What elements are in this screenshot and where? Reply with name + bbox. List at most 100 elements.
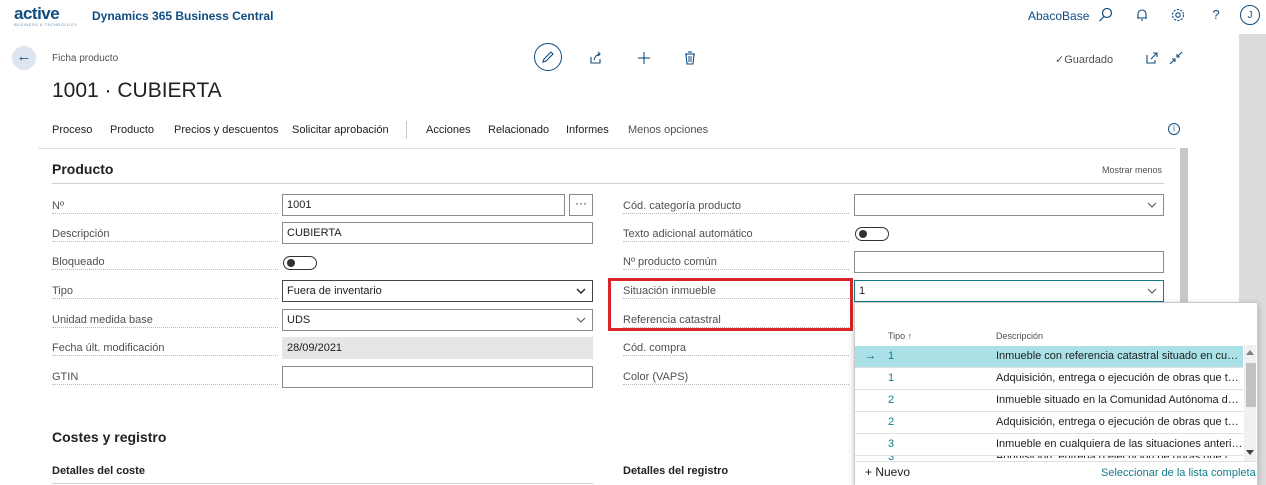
top-bar: active BUSINESS & TECHNOLOGY Dynamics 36… — [0, 0, 1266, 34]
ellipsis-button[interactable]: ··· — [569, 194, 593, 216]
auto-text-toggle[interactable] — [855, 227, 889, 241]
collapse-icon[interactable] — [1168, 50, 1184, 66]
auto-text-label: Texto adicional automático — [623, 228, 756, 240]
dotted-leader — [623, 268, 849, 270]
purchase-code-label: Cód. compra — [623, 342, 689, 354]
blocked-label: Bloqueado — [52, 256, 108, 268]
edit-button[interactable] — [534, 43, 562, 71]
lookup-dropdown: Tipo ↑ Descripción → 1 Inmueble con refe… — [854, 302, 1258, 485]
no-input[interactable]: 1001 — [282, 194, 565, 216]
bell-icon[interactable] — [1134, 7, 1150, 23]
costs-section-title[interactable]: Costes y registro — [52, 429, 166, 445]
company-name[interactable]: AbacoBase — [1028, 9, 1089, 23]
user-avatar[interactable]: J — [1240, 5, 1260, 25]
dotted-leader — [623, 212, 849, 214]
delete-icon[interactable] — [682, 50, 698, 66]
page-title: 1001 · CUBIERTA — [52, 79, 222, 102]
category-label: Cód. categoría producto — [623, 200, 745, 212]
section-divider — [52, 183, 1164, 184]
unit-value: UDS — [287, 314, 311, 326]
action-relacionado[interactable]: Relacionado — [488, 124, 549, 136]
description-input[interactable]: CUBIERTA — [282, 222, 593, 244]
dotted-leader — [52, 383, 278, 385]
chevron-down-icon — [1147, 288, 1157, 294]
arrow-right-icon: → — [865, 350, 876, 362]
gtin-input[interactable] — [282, 366, 593, 388]
dotted-leader — [623, 354, 849, 356]
chevron-down-icon — [576, 288, 586, 294]
new-button[interactable]: + Nuevo — [865, 465, 910, 479]
divider — [38, 148, 1176, 149]
scroll-down-icon[interactable] — [1246, 450, 1254, 456]
column-header-type[interactable]: Tipo ↑ — [888, 331, 912, 341]
situation-select[interactable]: 1 — [854, 280, 1164, 302]
breadcrumb: Ficha producto — [52, 53, 119, 64]
saved-status: ✓Guardado — [1055, 54, 1114, 66]
modified-date-value: 28/09/2021 — [282, 337, 593, 359]
dotted-leader — [52, 240, 278, 242]
description-label: Descripción — [52, 228, 113, 240]
dotted-leader — [623, 383, 849, 385]
dropdown-scrollbar[interactable] — [1244, 345, 1256, 461]
plus-icon: + — [865, 465, 876, 479]
list-item[interactable]: 3 Inmueble en cualquiera de las situacio… — [855, 434, 1243, 456]
check-icon: ✓ — [1055, 54, 1065, 66]
action-proceso[interactable]: Proceso — [52, 124, 92, 136]
app-name[interactable]: Dynamics 365 Business Central — [92, 9, 273, 23]
color-label: Color (VAPS) — [623, 371, 692, 383]
gtin-label: GTIN — [52, 371, 82, 383]
pencil-icon — [542, 51, 554, 63]
action-producto[interactable]: Producto — [110, 124, 154, 136]
highlight-box — [608, 278, 853, 331]
section-title[interactable]: Producto — [52, 161, 113, 177]
posting-details-heading: Detalles del registro — [623, 465, 729, 477]
dotted-leader — [52, 268, 278, 270]
add-icon[interactable] — [636, 50, 652, 66]
no-label: Nº — [52, 200, 67, 212]
chevron-down-icon — [576, 317, 586, 323]
scroll-up-icon[interactable] — [1246, 349, 1254, 355]
info-icon[interactable]: i — [1168, 123, 1180, 135]
open-new-window-icon[interactable] — [1144, 50, 1160, 66]
gear-icon[interactable] — [1170, 7, 1186, 23]
unit-select[interactable]: UDS — [282, 309, 593, 331]
list-item[interactable]: 1 Adquisición, entrega o ejecución de ob… — [855, 368, 1243, 390]
type-label: Tipo — [52, 285, 76, 297]
dotted-leader — [52, 354, 278, 356]
situation-value: 1 — [859, 285, 866, 297]
dropdown-footer: + Nuevo Seleccionar de la lista completa — [855, 461, 1257, 485]
dotted-leader — [52, 212, 278, 214]
share-icon[interactable] — [588, 50, 604, 66]
subsection-divider — [52, 483, 593, 484]
chevron-down-icon — [1147, 202, 1157, 208]
type-select[interactable]: Fuera de inventario — [282, 280, 593, 302]
list-item[interactable]: 2 Inmueble situado en la Comunidad Autón… — [855, 390, 1243, 412]
dotted-leader — [52, 326, 278, 328]
back-button[interactable]: ← — [12, 46, 36, 70]
list-item[interactable]: → 1 Inmueble con referencia catastral si… — [855, 346, 1243, 368]
action-menos-opciones[interactable]: Menos opciones — [628, 124, 708, 136]
category-select[interactable] — [854, 194, 1164, 216]
dotted-leader — [52, 297, 278, 299]
cost-details-heading: Detalles del coste — [52, 465, 145, 477]
help-icon[interactable]: ? — [1208, 7, 1224, 23]
type-value: Fuera de inventario — [287, 285, 382, 297]
column-header-description[interactable]: Descripción — [996, 331, 1043, 341]
action-acciones[interactable]: Acciones — [426, 124, 471, 136]
logo-subtitle: BUSINESS & TECHNOLOGY — [14, 22, 78, 27]
common-item-input[interactable] — [854, 251, 1164, 273]
list-item[interactable]: 2 Adquisición, entrega o ejecución de ob… — [855, 412, 1243, 434]
company-logo: active — [14, 4, 60, 23]
action-solicitar[interactable]: Solicitar aprobación — [292, 124, 389, 136]
search-icon[interactable] — [1098, 7, 1114, 23]
common-item-label: Nº producto común — [623, 256, 720, 268]
scroll-thumb[interactable] — [1246, 363, 1256, 407]
action-separator — [406, 121, 407, 139]
action-precios[interactable]: Precios y descuentos — [174, 124, 279, 136]
show-less-link[interactable]: Mostrar menos — [1102, 165, 1162, 175]
blocked-toggle[interactable] — [283, 256, 317, 270]
action-informes[interactable]: Informes — [566, 124, 609, 136]
select-full-list-link[interactable]: Seleccionar de la lista completa — [1101, 467, 1256, 479]
dotted-leader — [623, 240, 849, 242]
modified-date-label: Fecha últ. modificación — [52, 342, 168, 354]
